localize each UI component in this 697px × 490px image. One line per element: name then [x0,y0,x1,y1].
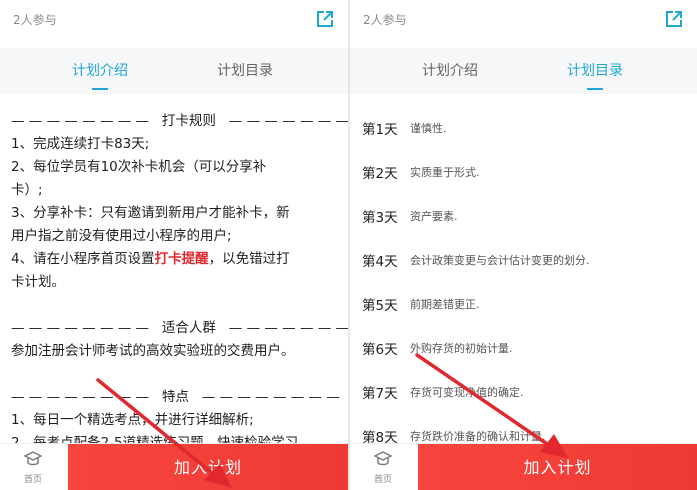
checkin-reminder-highlight: 打卡提醒 [154,251,209,267]
tab-bar: 计划介绍 计划目录 [0,48,348,94]
lesson-title: 存货跌价准备的确认和计量. [410,430,546,443]
lesson-title: 存货可变现净值的确定. [410,386,524,399]
graduation-cap-icon [374,451,392,466]
rule-line: 卡）; [11,182,43,198]
feature-line: 1、每日一个精选考点，并进行详细解析; [11,412,254,428]
join-plan-button[interactable]: 加入计划 [68,444,348,490]
rule-text: ，以免错过打 [208,251,290,267]
plan-intro-content: — — — — — — — — 打卡规则 — — — — — — — — 1、完… [11,110,348,455]
plan-intro-screen: 2人参与 计划介绍 计划目录 — — — — — — — — 打卡规则 — — … [0,0,348,490]
top-bar: 2人参与 [0,0,348,42]
top-bar: 2人参与 [350,0,697,42]
lesson-title: 外购存货的初始计量. [410,342,513,355]
day-label: 第6天 [362,342,398,358]
lesson-title: 前期差错更正. [410,298,480,311]
catalog-item[interactable]: 第5天 前期差错更正. [350,282,697,326]
home-label: 首页 [373,475,392,485]
audience-heading: — — — — — — — — 适合人群 — — — — — — — — [11,320,348,336]
rule-text: 4、请在小程序首页设置 [11,251,155,267]
home-label: 首页 [23,475,42,485]
rule-line: 用户指之前没有使用过小程序的用户; [11,228,232,244]
day-label: 第2天 [362,166,398,182]
share-icon[interactable] [664,9,684,29]
bottom-bar: 首页 加入计划 [0,443,348,490]
participant-count: 2人参与 [363,13,407,27]
tab-plan-catalog[interactable]: 计划目录 [175,48,315,94]
catalog-item[interactable]: 第2天 实质重于形式. [350,150,697,194]
rule-line: 4、请在小程序首页设置打卡提醒，以免错过打 [11,248,331,271]
features-heading: — — — — — — — — 特点 — — — — — — — — [11,389,340,405]
tab-plan-intro[interactable]: 计划介绍 [380,48,520,94]
home-button[interactable]: 首页 [0,444,66,490]
day-label: 第7天 [362,386,398,402]
lesson-title: 实质重于形式. [410,166,480,179]
catalog-item[interactable]: 第3天 资产要素. [350,194,697,238]
tab-plan-intro[interactable]: 计划介绍 [30,48,170,94]
catalog-item[interactable]: 第4天 会计政策变更与会计估计变更的划分. [350,238,697,282]
bottom-bar: 首页 加入计划 [350,443,697,490]
join-plan-button[interactable]: 加入计划 [418,444,697,490]
day-label: 第1天 [362,122,398,138]
rules-heading: — — — — — — — — 打卡规则 — — — — — — — — [11,113,348,129]
tab-plan-catalog[interactable]: 计划目录 [525,48,665,94]
share-icon[interactable] [315,9,335,29]
graduation-cap-icon [24,451,42,466]
tab-label: 计划目录 [567,63,623,79]
tab-label: 计划介绍 [422,63,478,79]
catalog-item[interactable]: 第7天 存货可变现净值的确定. [350,370,697,414]
lesson-title: 资产要素. [410,210,458,223]
catalog-item[interactable]: 第6天 外购存货的初始计量. [350,326,697,370]
day-label: 第3天 [362,210,398,226]
active-tab-indicator [587,88,603,90]
day-label: 第5天 [362,298,398,314]
tab-label: 计划目录 [217,63,273,79]
catalog-item[interactable]: 第1天 谨慎性. [350,106,697,150]
active-tab-indicator [92,88,108,90]
plan-catalog-list: 第1天 谨慎性. 第2天 实质重于形式. 第3天 资产要素. 第4天 会计政策变更与会计… [350,106,697,458]
two-screen-comparison: 2人参与 计划介绍 计划目录 — — — — — — — — 打卡规则 — — … [0,0,697,490]
rule-line: 卡计划。 [11,274,65,290]
tab-label: 计划介绍 [72,63,128,79]
day-label: 第4天 [362,254,398,270]
lesson-title: 谨慎性. [410,122,447,135]
rule-line: 3、分享补卡：只有邀请到新用户才能补卡，新 [11,205,290,221]
plan-catalog-screen: 2人参与 计划介绍 计划目录 第1天 谨慎性. 第2天 实质重于形式. 第3天 资产要… [350,0,697,490]
tab-bar: 计划介绍 计划目录 [350,48,697,94]
audience-text: 参加注册会计师考试的高效实验班的交费用户。 [11,343,295,359]
participant-count: 2人参与 [13,13,57,27]
rule-line: 1、完成连续打卡83天; [11,136,150,152]
rule-line: 2、每位学员有10次补卡机会（可以分享补 [11,159,267,175]
lesson-title: 会计政策变更与会计估计变更的划分. [410,254,590,267]
home-button[interactable]: 首页 [350,444,416,490]
